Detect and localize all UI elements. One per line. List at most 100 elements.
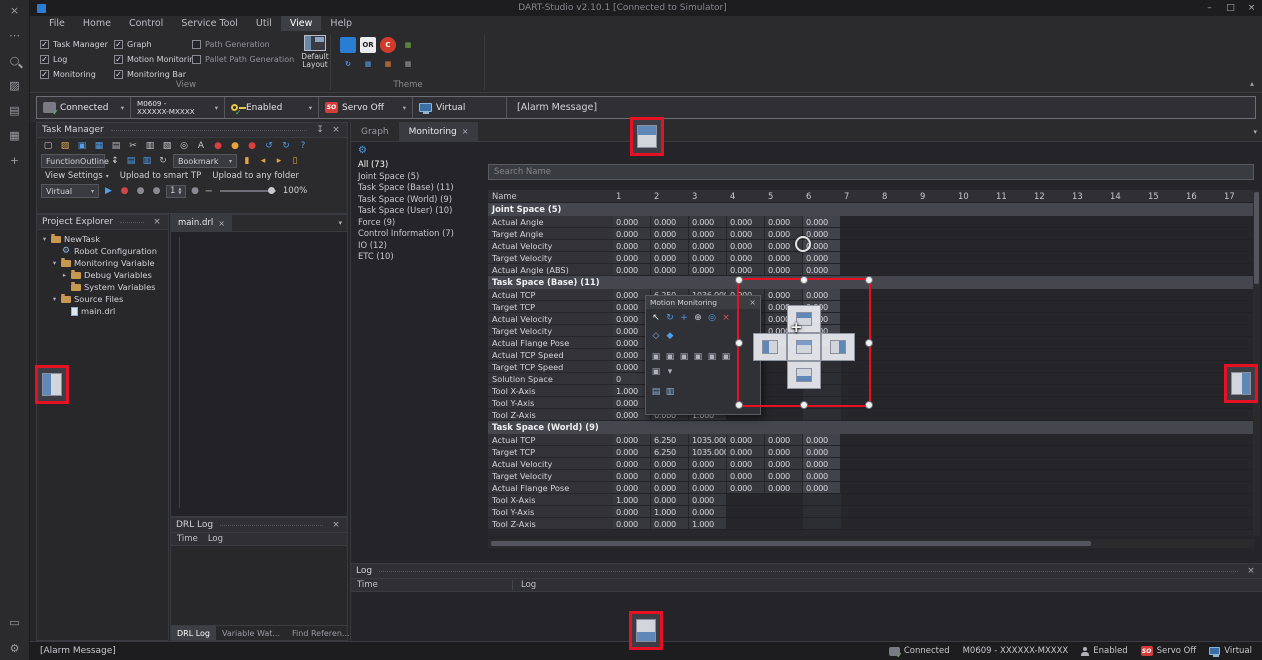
run-mode-combo[interactable]: Virtual ▾ (41, 184, 99, 198)
table-row-target-velocity[interactable]: Target Velocity0.0000.0000.0000.0000.000… (488, 252, 1254, 264)
task-manager-header[interactable]: Task Manager ↧ × (37, 123, 347, 138)
view-back-icon[interactable]: ▣ (706, 351, 718, 363)
shading-icon[interactable]: ◆ (664, 330, 676, 342)
dock-guide-top[interactable] (630, 117, 664, 156)
refresh-outline-icon[interactable]: ↻ (156, 155, 170, 168)
tab-list-dropdown-icon[interactable]: ▾ (338, 219, 347, 227)
table-row-tool-z-axis[interactable]: Tool Z-Axis0.0000.0001.000 (488, 518, 1254, 530)
sort-icon[interactable]: ↕ (108, 155, 122, 168)
monitoring-settings-icon[interactable]: ⚙ (358, 145, 367, 156)
dock-guide-left[interactable] (35, 365, 69, 404)
zoom-in-icon[interactable]: ⊕ (692, 312, 704, 324)
table-row-actual-tcp[interactable]: Actual TCP0.0006.2501035.0000.0000.0000.… (488, 434, 1254, 446)
dock-center-bottom[interactable] (787, 361, 821, 389)
checkbox-path-generation[interactable]: Path Generation (192, 37, 294, 52)
scrollbar-thumb[interactable] (1254, 192, 1259, 284)
table-row-target-tcp[interactable]: Target TCP0.0006.2501036.0000.0000.0000.… (488, 301, 1254, 313)
new-task-icon[interactable]: ▢ (41, 139, 55, 152)
save-icon[interactable]: ▣ (75, 139, 89, 152)
menu-tab-view[interactable]: View (281, 16, 322, 31)
table-row-actual-tcp[interactable]: Actual TCP0.0006.2501036.0000.0000.0000.… (488, 289, 1254, 301)
menu-tab-service-tool[interactable]: Service Tool (172, 16, 247, 31)
status-virtual[interactable]: Virtual (1209, 646, 1252, 656)
tab-graph[interactable]: Graph (351, 122, 399, 142)
view-preset-dropdown-icon[interactable]: ▾ (664, 366, 676, 378)
zoom-fit-icon[interactable]: ◎ (706, 312, 718, 324)
category-io-12[interactable]: IO (12) (358, 240, 486, 252)
tree-item-source-files[interactable]: ▾Source Files (37, 293, 168, 305)
minimize-button[interactable]: – (1199, 3, 1220, 13)
redo-icon[interactable]: ↻ (279, 139, 293, 152)
upload-any-folder-button[interactable]: Upload to any folder (208, 170, 303, 182)
theme-icon[interactable]: ▨ (6, 78, 24, 92)
theme-grid-orange-icon[interactable]: ▦ (380, 56, 396, 72)
table-row-actual-angle[interactable]: Actual Angle0.0000.0000.0000.0000.0000.0… (488, 216, 1254, 228)
pause-button[interactable]: ● (150, 186, 163, 196)
table-row-actual-velocity[interactable]: Actual Velocity0.0000.0000.0000.0000.000… (488, 458, 1254, 470)
dock-center-left[interactable] (753, 333, 787, 361)
table-row-tool-x-axis[interactable]: Tool X-Axis1.0000.0000.000 (488, 385, 1254, 397)
theme-colors-icon[interactable]: ▦ (400, 37, 416, 53)
close-icon[interactable]: × (1245, 566, 1257, 576)
close-sidebar-icon[interactable]: × (6, 3, 24, 17)
close-icon[interactable]: × (330, 125, 342, 135)
view-settings-button[interactable]: View Settings ▾ (41, 170, 113, 182)
close-view-icon[interactable]: × (720, 312, 732, 324)
titlebar[interactable]: DART-Studio v2.10.1 [Connected to Simula… (30, 0, 1262, 16)
section-row-task-space-world-9[interactable]: Task Space (World) (9) (488, 421, 1254, 434)
enable-combo[interactable]: Enabled ▾ (225, 97, 319, 118)
toggle-bookmark-icon[interactable]: ▮ (240, 155, 254, 168)
category-task-space-base-11[interactable]: Task Space (Base) (11) (358, 182, 486, 194)
close-icon[interactable]: × (218, 219, 225, 228)
category-force-9[interactable]: Force (9) (358, 217, 486, 229)
category-control-information-7[interactable]: Control Information (7) (358, 228, 486, 240)
tree-item-system-variables[interactable]: System Variables (37, 281, 168, 293)
record-macro-icon[interactable]: ● (211, 139, 225, 152)
cut-icon[interactable]: ✂ (126, 139, 140, 152)
panel-dropdown-icon[interactable]: ▾ (1253, 128, 1262, 136)
tab-monitoring[interactable]: Monitoring × (399, 122, 479, 142)
drl-log-body[interactable] (171, 546, 347, 625)
connection-combo[interactable]: Connected ▾ (37, 97, 131, 118)
copy-icon[interactable]: ▥ (143, 139, 157, 152)
table-row-solution-space[interactable]: Solution Space0 (488, 373, 1254, 385)
search-icon[interactable]: ○ (6, 53, 24, 67)
theme-c-icon[interactable]: C (380, 37, 396, 53)
record-button[interactable]: ● (118, 186, 131, 196)
view-preset-icon[interactable]: ▣ (650, 366, 662, 378)
stop-button[interactable]: ● (134, 186, 147, 196)
tree-item-main-drl[interactable]: main.drl (37, 305, 168, 317)
checkbox-pallet-path-generation[interactable]: Pallet Path Generation (192, 52, 294, 67)
pin-icon[interactable]: ↧ (314, 125, 326, 135)
add-icon[interactable]: + (6, 153, 24, 167)
menu-tab-file[interactable]: File (40, 16, 74, 31)
tab-drl-log[interactable]: DRL Log (171, 626, 216, 640)
category-etc-10[interactable]: ETC (10) (358, 251, 486, 263)
log-panel-header[interactable]: Log × (351, 564, 1262, 579)
undo-icon[interactable]: ↺ (262, 139, 276, 152)
robot-model-combo[interactable]: M0609 - XXXXXX-MXXXX ▾ (131, 97, 225, 118)
dock-center-right[interactable] (821, 333, 855, 361)
simulator-monitor-icon[interactable]: ▭ (6, 615, 24, 629)
tree-item-monitoring-variable[interactable]: ▾Monitoring Variable (37, 257, 168, 269)
menu-tab-util[interactable]: Util (247, 16, 281, 31)
help-icon[interactable]: ? (296, 139, 310, 152)
select-cursor-icon[interactable]: ↖ (650, 312, 662, 324)
dock-guide-right[interactable] (1224, 364, 1258, 403)
category-task-space-world-9[interactable]: Task Space (World) (9) (358, 194, 486, 206)
tab-variable-watch[interactable]: Variable Wat... (216, 626, 286, 640)
print-icon[interactable]: ▤ (109, 139, 123, 152)
table-row-actual-velocity[interactable]: Actual Velocity0.0000.0000.0000.0000.000… (488, 240, 1254, 252)
dock-guide-bottom[interactable] (629, 611, 663, 650)
speed-spinner[interactable]: 1 ▲▼ (166, 185, 186, 198)
function-outline-combo[interactable]: FunctionOutline ▾ (41, 154, 105, 168)
collapse-all-icon[interactable]: ▥ (140, 155, 154, 168)
code-editor[interactable] (171, 232, 347, 516)
table-row-tool-y-axis[interactable]: Tool Y-Axis0.0001.0000.000 (488, 506, 1254, 518)
save-all-icon[interactable]: ▦ (92, 139, 106, 152)
view-front-icon[interactable]: ▣ (664, 351, 676, 363)
theme-sync-icon[interactable]: ↻ (340, 56, 356, 72)
checkbox-log[interactable]: ✓Log (40, 52, 114, 67)
close-icon[interactable]: × (151, 217, 163, 227)
status-servo[interactable]: SO Servo Off (1141, 646, 1197, 656)
